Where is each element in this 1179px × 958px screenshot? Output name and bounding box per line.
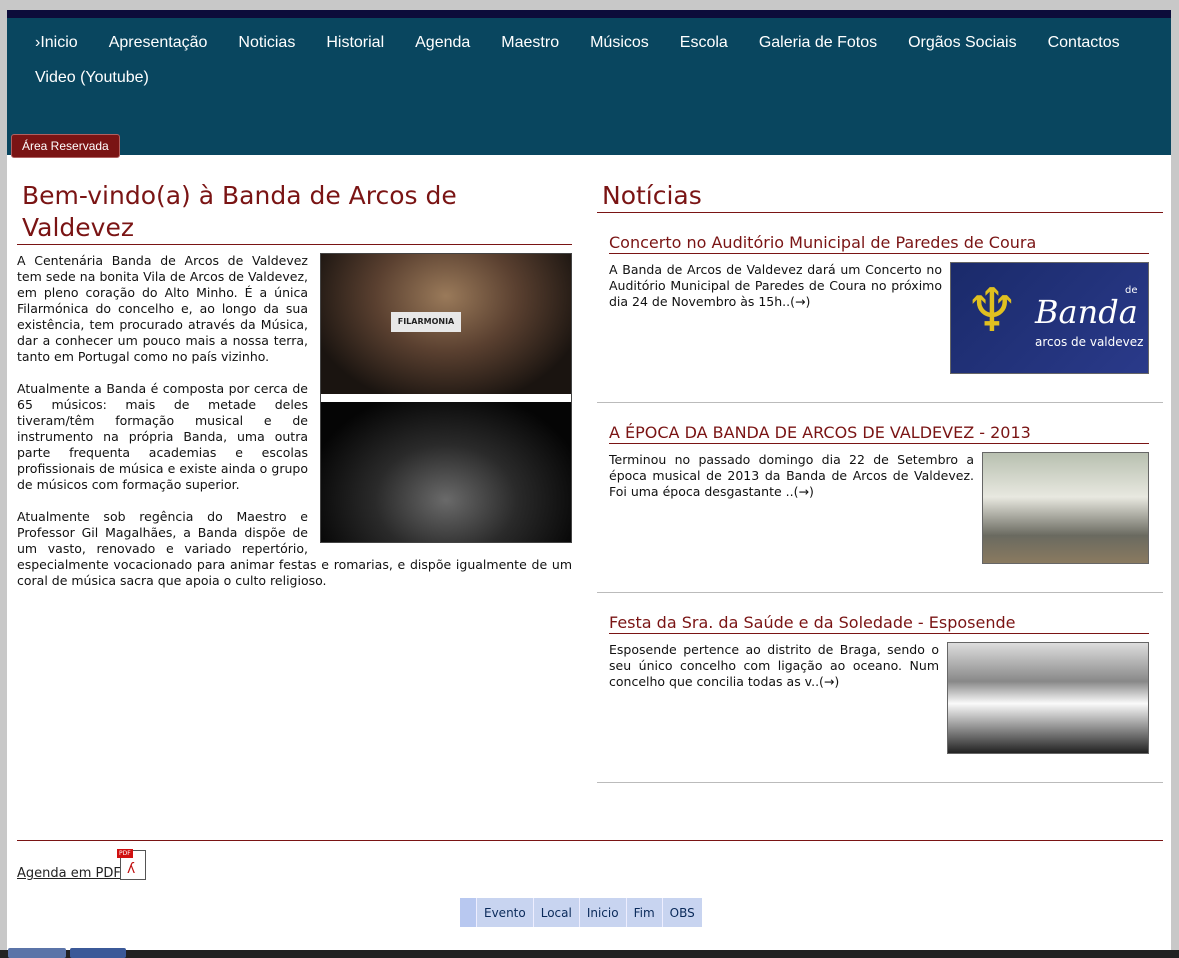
nav-menu: ›Inicio Apresentação Noticias Historial Agen… bbox=[21, 32, 1151, 102]
news-item: Concerto no Auditório Municipal de Pared… bbox=[597, 213, 1163, 403]
news-item-title[interactable]: Festa da Sra. da Saúde e da Soledade - E… bbox=[609, 613, 1149, 634]
column-local[interactable]: Local bbox=[532, 898, 579, 927]
news-title: Notícias bbox=[602, 181, 702, 210]
nav-item-escola[interactable]: Escola bbox=[680, 34, 728, 52]
pdf-tag: PDF bbox=[117, 849, 133, 858]
nav-item-inicio[interactable]: ›Inicio bbox=[35, 34, 78, 52]
news-item-title[interactable]: Concerto no Auditório Municipal de Pared… bbox=[609, 233, 1149, 254]
nav-item-noticias[interactable]: Noticias bbox=[238, 34, 295, 52]
banda-logo[interactable]: ♆ Banda arcos de valdevez de bbox=[950, 262, 1149, 374]
news-thumbnail[interactable] bbox=[982, 452, 1149, 564]
welcome-section: Bem-vindo(a) à Banda de Arcos de Valdeve… bbox=[17, 180, 572, 605]
welcome-text: FILARMONIA A Centenária Banda de Arcos d… bbox=[17, 253, 572, 589]
news-item-title[interactable]: A ÉPOCA DA BANDA DE ARCOS DE VALDEVEZ - … bbox=[609, 423, 1149, 444]
nav-item-video[interactable]: Video (Youtube) bbox=[35, 69, 149, 87]
social-bar bbox=[0, 950, 1179, 958]
column-obs[interactable]: OBS bbox=[661, 898, 702, 927]
reserved-area-button[interactable]: Área Reservada bbox=[11, 134, 120, 158]
pdf-icon[interactable]: PDF ʎ bbox=[117, 849, 146, 880]
nav-item-apresentacao[interactable]: Apresentação bbox=[109, 34, 208, 52]
top-stripe bbox=[7, 10, 1171, 18]
lyre-icon: ♆ bbox=[965, 276, 1019, 346]
nav-item-agenda[interactable]: Agenda bbox=[415, 34, 470, 52]
agenda-pdf-link[interactable]: Agenda em PDF bbox=[17, 866, 121, 881]
band-photo bbox=[321, 402, 571, 542]
nav-item-contactos[interactable]: Contactos bbox=[1048, 34, 1120, 52]
photos: FILARMONIA bbox=[320, 253, 572, 543]
news-thumbnail[interactable] bbox=[947, 642, 1149, 754]
nav-item-orgaos[interactable]: Orgãos Sociais bbox=[908, 34, 1017, 52]
column-evento[interactable]: Evento bbox=[476, 898, 533, 927]
news-item: Festa da Sra. da Saúde e da Soledade - E… bbox=[597, 593, 1163, 783]
main-nav: ›Inicio Apresentação Noticias Historial Agen… bbox=[7, 18, 1171, 158]
nav-item-musicos[interactable]: Músicos bbox=[590, 34, 649, 52]
logo-subtext: arcos de valdevez bbox=[1035, 335, 1144, 349]
nav-item-maestro[interactable]: Maestro bbox=[501, 34, 559, 52]
share-button[interactable] bbox=[70, 948, 126, 958]
logo-text: Banda bbox=[1035, 293, 1138, 331]
concert-photo: FILARMONIA bbox=[321, 254, 571, 394]
footer-divider bbox=[17, 840, 1163, 841]
stage-banner: FILARMONIA bbox=[391, 312, 461, 332]
news-item: A ÉPOCA DA BANDA DE ARCOS DE VALDEVEZ - … bbox=[597, 403, 1163, 593]
column-inicio[interactable]: Inicio bbox=[578, 898, 626, 927]
acrobat-swirl-icon: ʎ bbox=[127, 861, 136, 877]
header-spacer bbox=[460, 898, 476, 927]
like-button[interactable] bbox=[8, 948, 66, 958]
nav-item-historial[interactable]: Historial bbox=[326, 34, 384, 52]
nav-item-galeria[interactable]: Galeria de Fotos bbox=[759, 34, 877, 52]
page-frame: ›Inicio Apresentação Noticias Historial Agen… bbox=[7, 10, 1171, 958]
title-divider bbox=[17, 244, 572, 245]
agenda-table-header: Evento Local Inicio Fim OBS bbox=[460, 898, 702, 927]
column-fim[interactable]: Fim bbox=[625, 898, 662, 927]
logo-de: de bbox=[1125, 285, 1138, 296]
welcome-title: Bem-vindo(a) à Banda de Arcos de Valdeve… bbox=[22, 181, 457, 242]
news-section: Notícias Concerto no Auditório Municipal… bbox=[597, 180, 1163, 783]
